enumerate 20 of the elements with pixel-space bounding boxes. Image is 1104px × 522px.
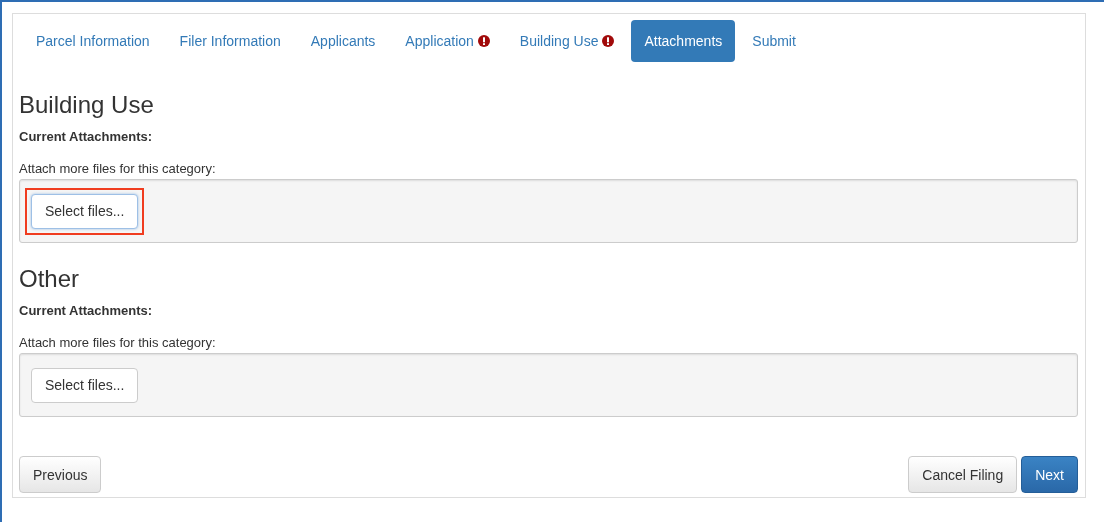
tab[interactable]: Parcel Information — [23, 20, 163, 62]
tab[interactable]: Application — [392, 20, 503, 62]
next-button[interactable]: Next — [1021, 456, 1078, 493]
alert-icon — [602, 35, 615, 47]
alert-icon — [477, 35, 490, 47]
current-attachments-label: Current Attachments: — [19, 129, 154, 144]
attach-label: Attach more files for this category: — [19, 335, 217, 350]
tab[interactable]: Submit — [739, 20, 809, 62]
select-files-button[interactable]: Select files... — [31, 193, 139, 229]
select-files-button[interactable]: Select files... — [31, 367, 139, 403]
tab[interactable]: Filer Information — [166, 20, 294, 62]
section-heading: Other — [19, 266, 81, 292]
current-attachments-label: Current Attachments: — [19, 303, 154, 318]
attach-label: Attach more files for this category: — [19, 161, 217, 176]
tab[interactable]: Attachments — [631, 20, 736, 62]
cancel-button[interactable]: Cancel Filing — [908, 456, 1018, 493]
previous-button[interactable]: Previous — [19, 456, 102, 493]
tab[interactable]: Building Use — [506, 20, 628, 62]
tab[interactable]: Applicants — [297, 20, 389, 62]
section-heading: Building Use — [19, 92, 155, 118]
